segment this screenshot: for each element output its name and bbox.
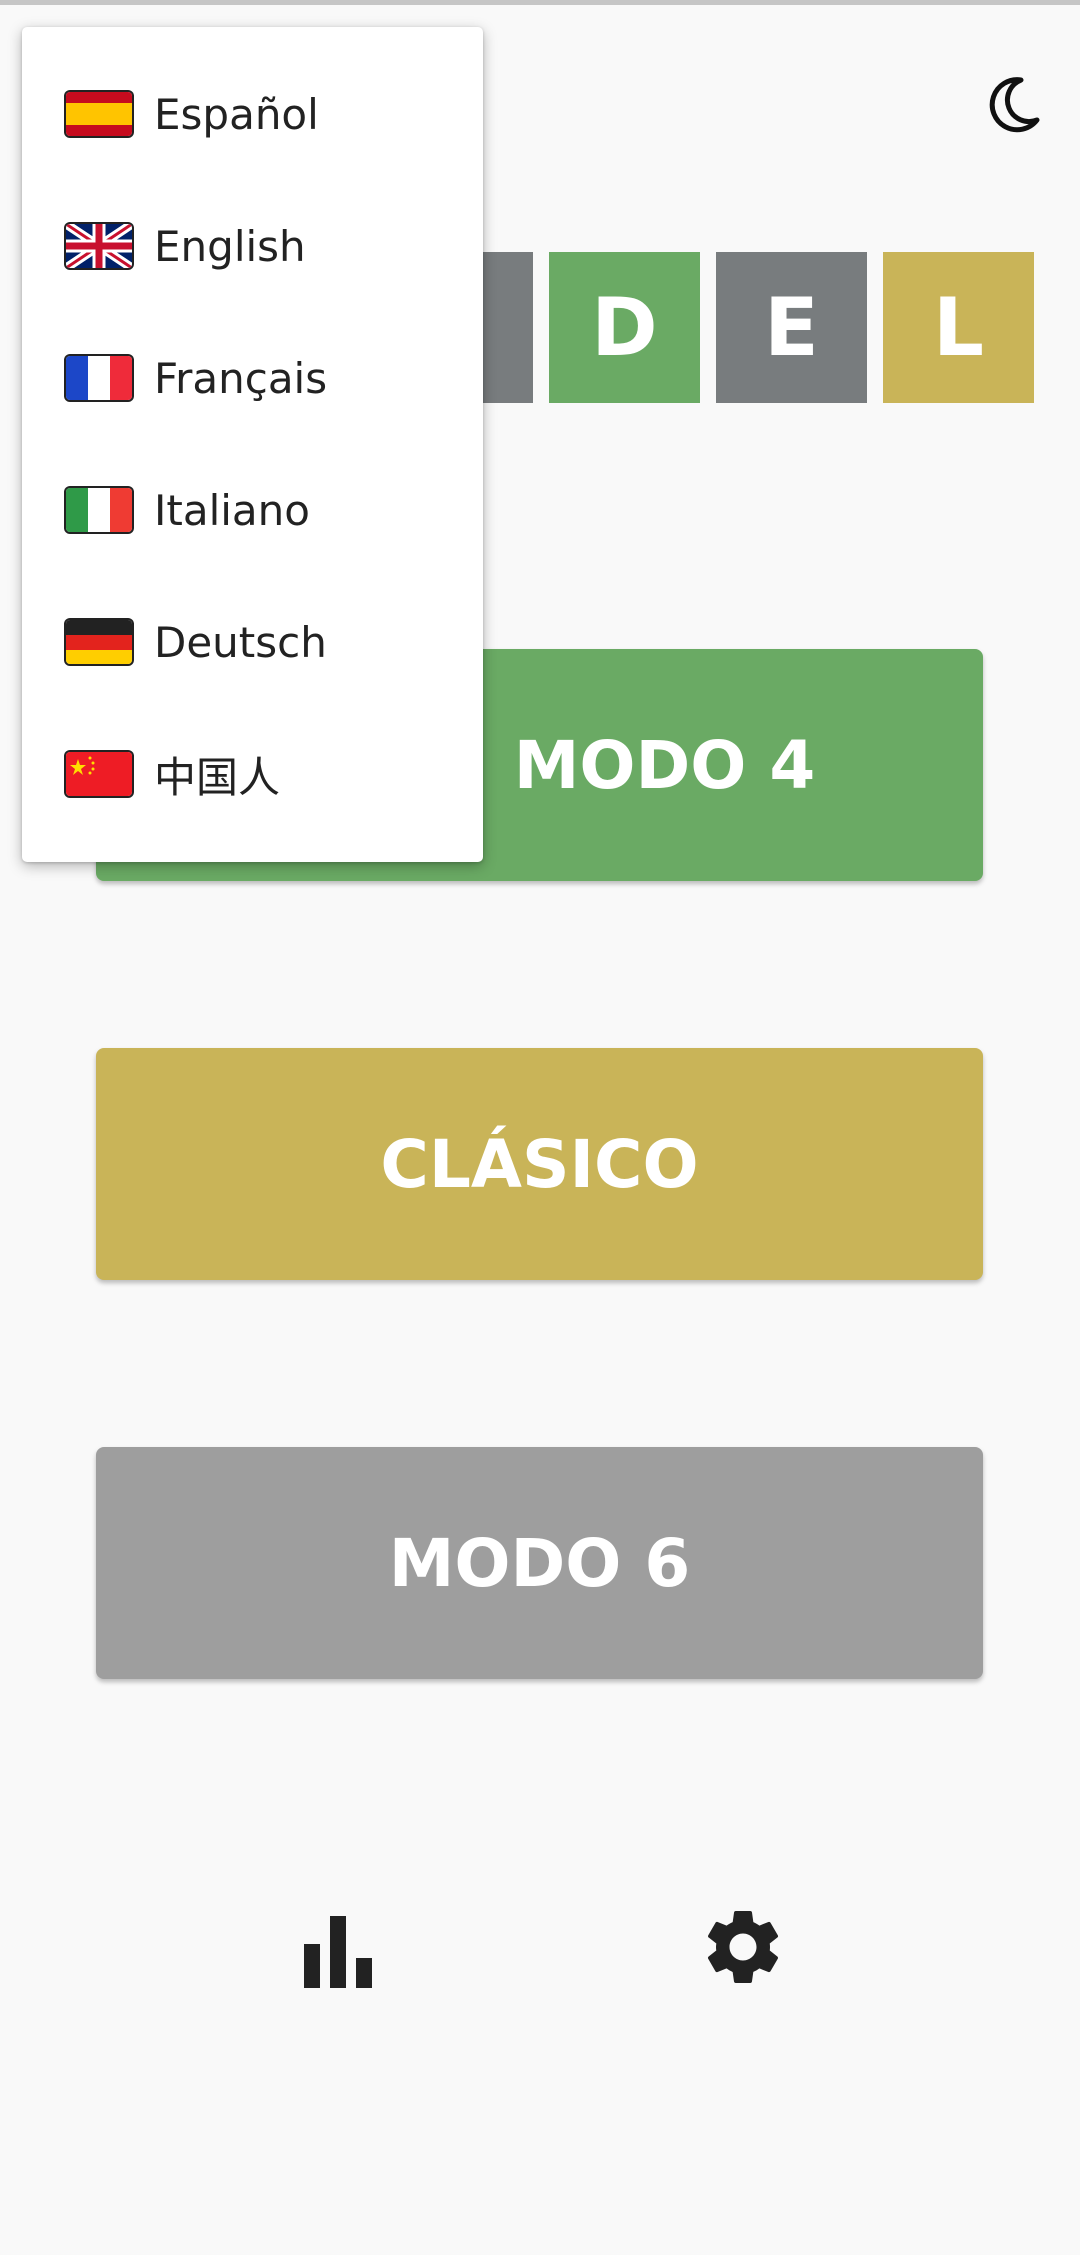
language-label: English — [154, 221, 306, 271]
italy-flag-icon — [66, 488, 132, 532]
classic-mode-label: CLÁSICO — [380, 1125, 699, 1203]
title-tile: E — [716, 252, 867, 403]
title-tile: D — [549, 252, 700, 403]
gear-icon[interactable] — [698, 1902, 788, 1992]
language-item-spanish[interactable]: Español — [22, 48, 483, 180]
language-item-italian[interactable]: Italiano — [22, 444, 483, 576]
germany-flag-icon — [66, 620, 132, 664]
france-flag-icon — [66, 356, 132, 400]
status-divider — [0, 0, 1080, 5]
mode-6-button[interactable]: MODO 6 — [96, 1447, 983, 1679]
language-item-english[interactable]: English — [22, 180, 483, 312]
language-item-french[interactable]: Français — [22, 312, 483, 444]
classic-mode-button[interactable]: CLÁSICO — [96, 1048, 983, 1280]
china-flag-icon — [66, 752, 132, 796]
bar-chart-icon[interactable] — [292, 1906, 382, 1996]
spain-flag-icon — [66, 92, 132, 136]
language-menu: Español English Français Italiano Deutsc… — [22, 27, 483, 862]
language-label: Français — [154, 353, 328, 403]
app-screen: D E L MODO 4 CLÁSICO MODO 6 Español Engl… — [0, 0, 1080, 2255]
moon-icon[interactable] — [983, 74, 1043, 134]
language-label: Italiano — [154, 485, 310, 535]
language-label: 中国人 — [154, 752, 281, 802]
language-item-german[interactable]: Deutsch — [22, 576, 483, 708]
language-item-chinese[interactable]: 中国人 — [22, 708, 483, 840]
uk-flag-icon — [66, 224, 132, 268]
language-label: Español — [154, 89, 319, 139]
mode-6-label: MODO 6 — [388, 1524, 691, 1602]
title-tile: L — [883, 252, 1034, 403]
language-label: Deutsch — [154, 617, 327, 667]
